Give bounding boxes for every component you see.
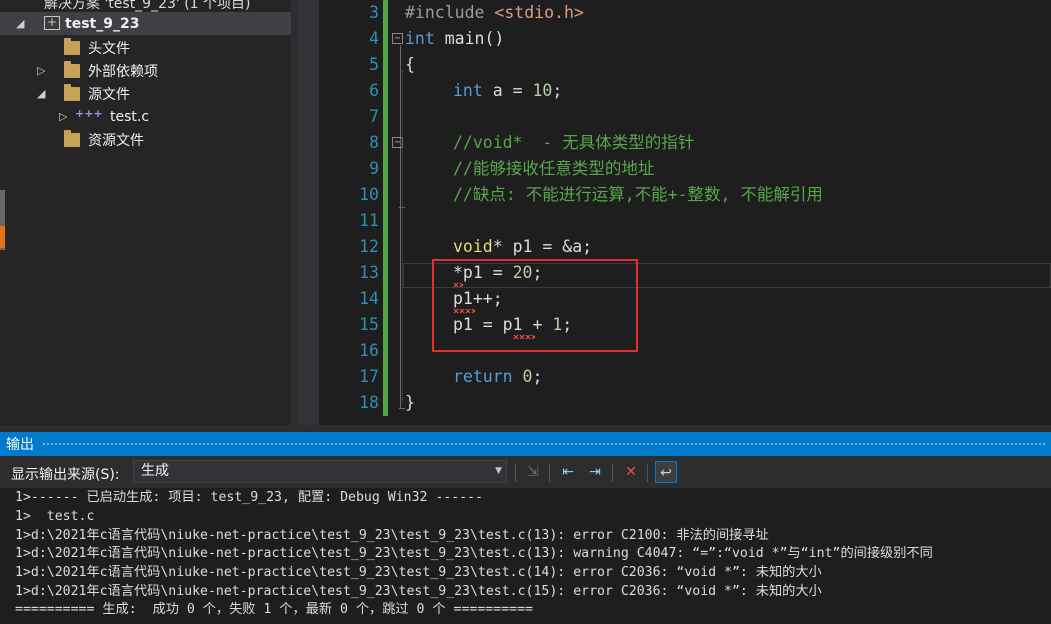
code-line-8-comment: //void* - 无具体类型的指针 (453, 133, 695, 152)
line-number: 13 (359, 263, 379, 282)
output-source-select[interactable]: 生成 ▼ (133, 460, 507, 483)
code-line-17: return 0; (453, 364, 542, 390)
output-line: ========== 生成: 成功 0 个，失败 1 个，最新 0 个，跳过 0… (15, 602, 533, 617)
collapse-icon[interactable]: − (392, 33, 403, 44)
output-line: 1>d:\2021年c语言代码\niuke-net-practice\test_… (15, 546, 933, 561)
line-number: 7 (369, 107, 379, 126)
tree-item-label: test.c (110, 108, 150, 125)
solution-explorer: 解决方案 'test_9_23' (1 个项目) ◢ test_9_23 头文件… (0, 0, 291, 425)
folder-icon (64, 84, 80, 101)
clear-all-icon[interactable]: ✕ (620, 461, 642, 483)
include-header: <stdio.h> (494, 3, 584, 22)
number-literal: 0 (522, 367, 533, 386)
output-panel-titlebar[interactable]: 输出 (0, 432, 1051, 456)
line-number: 16 (359, 341, 379, 360)
folder-icon (64, 130, 80, 147)
output-text-area[interactable]: 1>------ 已启动生成: 项目: test_9_23, 配置: Debug… (0, 488, 1051, 624)
scrollbar-marker (0, 226, 5, 248)
output-source-value: 生成 (141, 463, 169, 479)
line-number: 18 (359, 393, 379, 412)
tree-item-header-files[interactable]: 头文件 (0, 36, 291, 59)
collapsed-arrow-icon[interactable]: ▷ (37, 64, 45, 77)
line-number: 5 (369, 55, 379, 74)
output-toolbar: 显示输出来源(S): 生成 ▼ ⇲ ⇤ ⇥ ✕ ↩ (0, 456, 1051, 488)
titlebar-grip (42, 441, 1045, 447)
tree-item-test-c[interactable]: ▷ +++ test.c (0, 105, 291, 128)
change-tracking-bar (383, 0, 388, 416)
expanded-arrow-icon[interactable]: ◢ (16, 17, 24, 30)
code-line-4: int main() (405, 26, 504, 52)
code-text: a = (482, 81, 533, 100)
indicator-margin (297, 0, 319, 425)
line-number: 17 (359, 367, 379, 386)
c-file-icon: +++ (75, 107, 103, 120)
project-icon (44, 15, 60, 30)
code-line-10-comment: //缺点: 不能进行运算,不能+-整数, 不能解引用 (453, 185, 823, 204)
code-line-5: { (405, 55, 415, 74)
keyword-return: return (453, 367, 513, 386)
code-line-3: #include <stdio.h> (405, 0, 584, 26)
toolbar-divider (647, 464, 648, 482)
tree-item-source-files[interactable]: ◢ 源文件 (0, 82, 291, 105)
code-line-9-comment: //能够接收任意类型的地址 (453, 159, 655, 178)
previous-message-icon[interactable]: ⇤ (557, 461, 579, 483)
line-number: 9 (369, 159, 379, 178)
folder-icon (64, 61, 80, 78)
code-line-12: void* p1 = &a; (453, 234, 592, 260)
line-number: 11 (359, 211, 379, 230)
output-line: 1>d:\2021年c语言代码\niuke-net-practice\test_… (15, 565, 822, 580)
output-source-label: 显示输出来源(S): (11, 467, 120, 483)
tree-item-label: 头文件 (88, 40, 130, 57)
highlight-annotation-box (432, 259, 638, 352)
fold-guide (400, 45, 401, 408)
tree-item-external-deps[interactable]: ▷ 外部依赖项 (0, 59, 291, 82)
next-message-icon[interactable]: ⇥ (584, 461, 606, 483)
line-number: 14 (359, 289, 379, 308)
output-line: 1>------ 已启动生成: 项目: test_9_23, 配置: Debug… (15, 490, 484, 505)
solution-label: 解决方案 'test_9_23' (1 个项目) (44, 0, 251, 12)
keyword-int: int (453, 81, 483, 100)
indent-guide (402, 70, 403, 404)
line-number: 8 (369, 133, 379, 152)
line-number: 6 (369, 81, 379, 100)
collapsed-arrow-icon[interactable]: ▷ (59, 110, 67, 123)
line-number: 12 (359, 237, 379, 256)
tree-item-resource-files[interactable]: 资源文件 (0, 128, 291, 151)
line-number: 3 (369, 3, 379, 22)
output-title: 输出 (6, 437, 34, 453)
number-literal: 10 (532, 81, 553, 100)
toolbar-divider (549, 464, 550, 482)
code-text: ; (532, 367, 543, 386)
tree-item-label: 源文件 (88, 86, 130, 103)
tree-row-project[interactable]: ◢ test_9_23 (0, 12, 291, 35)
output-line: 1>d:\2021年c语言代码\niuke-net-practice\test_… (15, 584, 822, 599)
output-line: 1>d:\2021年c语言代码\niuke-net-practice\test_… (15, 528, 769, 543)
line-number: 4 (369, 29, 379, 48)
line-number: 15 (359, 315, 379, 334)
code-text: * p1 = &a; (492, 237, 593, 256)
code-line-6: int a = 10; (453, 78, 562, 104)
expanded-arrow-icon[interactable]: ◢ (37, 87, 45, 100)
word-wrap-icon[interactable]: ↩ (655, 461, 677, 483)
folder-icon (64, 38, 80, 55)
line-number: 10 (359, 185, 379, 204)
include-directive: #include (405, 3, 485, 22)
tree-item-label: 外部依赖项 (88, 63, 158, 80)
tree-item-label: 资源文件 (88, 132, 144, 149)
code-line-18: } (405, 393, 415, 412)
toolbar-divider (515, 464, 516, 482)
keyword-void: void (453, 237, 493, 256)
dropdown-arrow-icon: ▼ (495, 466, 502, 476)
panel-separator[interactable] (0, 425, 1051, 432)
output-line: 1> test.c (15, 509, 95, 524)
project-label: test_9_23 (65, 15, 140, 32)
code-text: ; (552, 81, 563, 100)
toolbar-divider (612, 464, 613, 482)
find-message-icon[interactable]: ⇲ (522, 461, 544, 483)
code-editor[interactable]: 3 4 5 6 7 8 9 10 11 12 13 14 15 16 17 18… (319, 0, 1051, 425)
keyword-int: int (405, 29, 435, 48)
function-main: main() (444, 29, 505, 48)
